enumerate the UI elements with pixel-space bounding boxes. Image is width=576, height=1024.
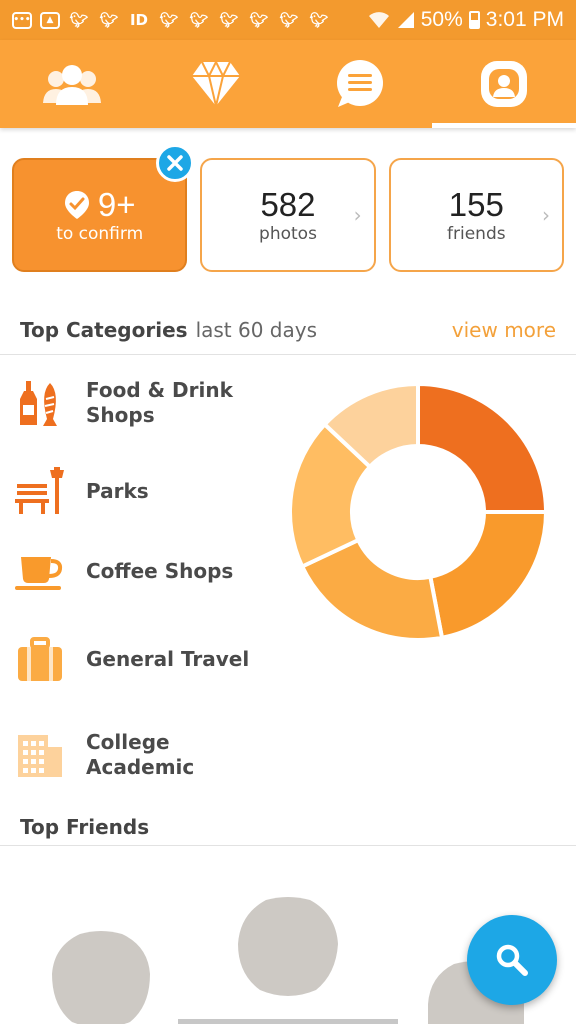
view-more-link[interactable]: view more [452,318,556,342]
deezer-icon: ID [129,11,149,29]
tab-profile[interactable] [432,40,576,128]
scroll-indicator [178,1019,398,1024]
friends-card[interactable]: 155 friends › [388,158,564,272]
tab-messages[interactable] [288,40,432,128]
chevron-right-icon: › [541,203,550,227]
top-categories-title: Top Categories [20,318,188,342]
confirm-label: to confirm [56,223,144,244]
chat-icon: ••• [12,11,32,29]
building-icon [14,729,66,781]
category-item[interactable]: Parks [14,464,274,518]
twitter-icon: 🐦︎ [249,11,269,29]
category-label: Parks [86,478,149,503]
tab-friends[interactable] [0,40,144,128]
profile-stats: 9+ to confirm 582 photos › 155 friends › [12,144,564,272]
confirm-count: 9+ [97,186,136,224]
donut-slice-1 [416,382,548,514]
search-icon [496,944,528,976]
chevron-right-icon: › [353,203,362,227]
confirm-count-row: 9+ [64,186,136,224]
image-icon: ▲ [40,11,60,29]
clock: 3:01 PM [485,8,564,31]
category-label: Food & Drink Shops [86,378,233,427]
battery-percent: 50% [420,8,463,31]
categories-donut-chart [288,382,548,642]
check-shield-icon [64,191,89,219]
category-item[interactable]: Food & Drink Shops [14,376,274,430]
notification-icons: ••• ▲ 🐦︎ 🐦︎ ID 🐦︎ 🐦︎ 🐦︎ 🐦︎ 🐦︎ 🐦︎ [12,11,330,29]
suitcase-icon [14,633,66,685]
status-bar: ••• ▲ 🐦︎ 🐦︎ ID 🐦︎ 🐦︎ 🐦︎ 🐦︎ 🐦︎ 🐦︎ 50% 3:0… [0,0,576,40]
search-button[interactable] [467,915,557,1005]
coffee-cup-icon [14,545,66,597]
to-confirm-card[interactable]: 9+ to confirm [12,144,194,272]
friends-label: friends [447,223,506,244]
top-categories-header: Top Categories last 60 days view more [0,318,576,355]
category-label: College Academic [86,730,195,779]
friend-avatar[interactable] [236,896,340,1000]
photos-count: 582 [260,186,316,224]
twitter-icon: 🐦︎ [69,11,89,29]
profile-icon [474,58,534,110]
top-friends-title: Top Friends [20,814,150,839]
close-icon[interactable] [156,144,194,182]
category-label: Coffee Shops [86,558,234,583]
nav-tabs [0,40,576,128]
category-item[interactable]: Coffee Shops [14,544,274,598]
diamond-icon [186,58,246,110]
friend-avatar[interactable] [50,930,152,1024]
friends-icon [42,58,102,110]
photos-card[interactable]: 582 photos › [200,158,376,272]
twitter-icon: 🐦︎ [99,11,119,29]
wifi-icon [368,12,389,28]
food-drink-icon [14,377,66,429]
signal-icon [397,12,414,28]
top-categories-subtitle: last 60 days [195,318,318,342]
donut-slice-2 [428,510,548,641]
tab-badges[interactable] [144,40,288,128]
category-item[interactable]: College Academic [14,728,274,782]
twitter-icon: 🐦︎ [159,11,179,29]
twitter-icon: 🐦︎ [189,11,209,29]
twitter-icon: 🐦︎ [309,11,329,29]
park-bench-icon [14,465,66,517]
status-right: 50% 3:01 PM [367,8,564,32]
top-friends-header: Top Friends [0,808,576,846]
twitter-icon: 🐦︎ [219,11,239,29]
battery-icon [468,11,480,29]
twitter-icon: 🐦︎ [279,11,299,29]
messages-icon [330,58,390,110]
category-item[interactable]: General Travel [14,632,274,686]
category-label: General Travel [86,646,250,671]
photos-label: photos [259,223,317,244]
friends-count: 155 [448,186,504,224]
